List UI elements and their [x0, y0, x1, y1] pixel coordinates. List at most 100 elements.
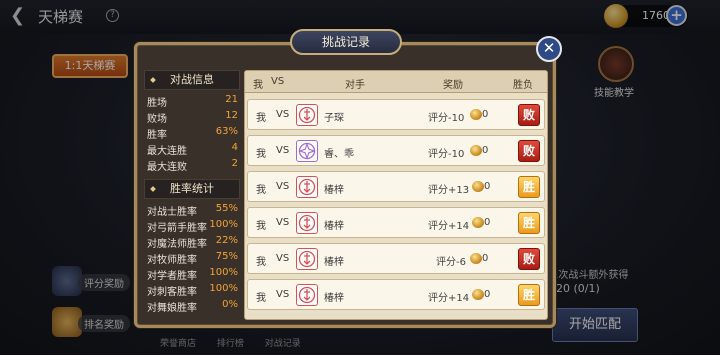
sword-class-icon: [296, 248, 318, 270]
winrate-value: 22%: [215, 235, 238, 246]
sword-class-icon: [296, 212, 318, 234]
records-table-header: 我 VS 对手 奖励 胜负: [245, 71, 547, 93]
stat-value: 63%: [215, 126, 238, 137]
magic-class-icon: [296, 140, 318, 162]
record-reward: 评分-6: [436, 257, 466, 268]
stat-label: 最大连败: [147, 162, 187, 173]
record-row[interactable]: 我 VS 子琛 评分-10 0 败: [247, 99, 545, 130]
stat-wins: 胜场 21: [147, 94, 238, 110]
record-row[interactable]: 我 VS 睿、乖 评分-10 0 败: [247, 135, 545, 166]
winrate-label: 对战士胜率: [147, 207, 197, 218]
winrate-header: 胜率统计: [144, 179, 240, 199]
sword-class-icon: [296, 284, 318, 306]
stat-max-lose-streak: 最大连败 2: [147, 158, 238, 174]
coin-icon: [470, 109, 482, 120]
records-panel[interactable]: 我 VS 对手 奖励 胜负 我 VS 子琛 评分-10 0 败 我 VS 睿、乖…: [244, 70, 548, 320]
stats-panel: 对战信息 胜场 21 败场 12 胜率 63% 最大连胜 4 最大连败 2 胜率…: [144, 68, 240, 322]
record-opponent: 椿梓: [324, 293, 344, 304]
record-me: 我: [256, 185, 266, 196]
stat-value: 4: [231, 142, 238, 153]
result-badge: 胜: [518, 284, 540, 306]
coin-icon: [472, 289, 484, 300]
record-me: 我: [256, 221, 266, 232]
record-reward-coins: 0: [482, 145, 489, 156]
result-badge: 败: [518, 104, 540, 126]
record-opponent: 椿梓: [324, 257, 344, 268]
diamond-bullet-icon: [150, 77, 156, 83]
record-row[interactable]: 我 VS 椿梓 评分-6 0 败: [247, 243, 545, 274]
record-reward-coins: 0: [482, 109, 489, 120]
sword-class-icon: [296, 176, 318, 198]
record-opponent: 睿、乖: [324, 149, 354, 160]
winrate-header-label: 胜率统计: [170, 182, 214, 195]
record-vs: VS: [276, 289, 290, 300]
winrate-value: 100%: [209, 283, 238, 294]
record-me: 我: [256, 149, 266, 160]
record-reward-coins: 0: [484, 289, 491, 300]
winrate-scholar: 对学者胜率 100%: [147, 267, 238, 283]
battle-info-header-label: 对战信息: [170, 73, 214, 86]
record-row[interactable]: 我 VS 椿梓 评分+14 0 胜: [247, 279, 545, 310]
winrate-label: 对魔法师胜率: [147, 239, 207, 250]
record-row[interactable]: 我 VS 椿梓 评分+14 0 胜: [247, 207, 545, 238]
stat-label: 最大连胜: [147, 146, 187, 157]
record-reward-coins: 0: [482, 253, 489, 264]
col-result: 胜负: [513, 80, 533, 91]
close-button[interactable]: ✕: [536, 36, 562, 62]
record-reward: 评分+14: [428, 293, 470, 304]
winrate-value: 75%: [215, 251, 238, 262]
col-opponent: 对手: [345, 80, 365, 91]
record-reward-coins: 0: [484, 181, 491, 192]
winrate-label: 对学者胜率: [147, 271, 197, 282]
result-badge: 胜: [518, 176, 540, 198]
record-vs: VS: [276, 145, 290, 156]
stat-value: 21: [225, 94, 238, 105]
stat-label: 胜率: [147, 130, 167, 141]
stat-value: 2: [231, 158, 238, 169]
record-vs: VS: [276, 181, 290, 192]
result-badge: 胜: [518, 212, 540, 234]
diamond-bullet-icon: [150, 186, 156, 192]
result-badge: 败: [518, 140, 540, 162]
winrate-warrior: 对战士胜率 55%: [147, 203, 238, 219]
record-vs: VS: [276, 253, 290, 264]
record-reward-coins: 0: [484, 217, 491, 228]
stat-label: 败场: [147, 114, 167, 125]
modal-title: 挑战记录: [290, 29, 402, 55]
coin-icon: [472, 181, 484, 192]
coin-icon: [472, 217, 484, 228]
record-me: 我: [256, 113, 266, 124]
winrate-value: 0%: [222, 299, 238, 310]
record-reward: 评分+14: [428, 221, 470, 232]
record-reward: 评分-10: [428, 113, 465, 124]
winrate-priest: 对牧师胜率 75%: [147, 251, 238, 267]
winrate-value: 55%: [215, 203, 238, 214]
result-badge: 败: [518, 248, 540, 270]
stat-label: 胜场: [147, 98, 167, 109]
winrate-label: 对刺客胜率: [147, 287, 197, 298]
winrate-value: 100%: [209, 219, 238, 230]
stat-max-win-streak: 最大连胜 4: [147, 142, 238, 158]
record-reward: 评分+13: [428, 185, 470, 196]
col-vs: VS: [271, 76, 285, 87]
record-row[interactable]: 我 VS 椿梓 评分+13 0 胜: [247, 171, 545, 202]
coin-icon: [470, 145, 482, 156]
record-vs: VS: [276, 109, 290, 120]
stat-winrate: 胜率 63%: [147, 126, 238, 142]
stat-losses: 败场 12: [147, 110, 238, 126]
winrate-assassin: 对刺客胜率 100%: [147, 283, 238, 299]
record-opponent: 子琛: [324, 113, 344, 124]
record-reward: 评分-10: [428, 149, 465, 160]
winrate-value: 100%: [209, 267, 238, 278]
winrate-mage: 对魔法师胜率 22%: [147, 235, 238, 251]
record-opponent: 椿梓: [324, 221, 344, 232]
battle-info-header: 对战信息: [144, 70, 240, 90]
record-me: 我: [256, 257, 266, 268]
winrate-archer: 对弓箭手胜率 100%: [147, 219, 238, 235]
record-opponent: 椿梓: [324, 185, 344, 196]
col-me: 我: [253, 80, 263, 91]
record-vs: VS: [276, 217, 290, 228]
record-me: 我: [256, 293, 266, 304]
winrate-label: 对弓箭手胜率: [147, 223, 207, 234]
col-reward: 奖励: [443, 80, 463, 91]
